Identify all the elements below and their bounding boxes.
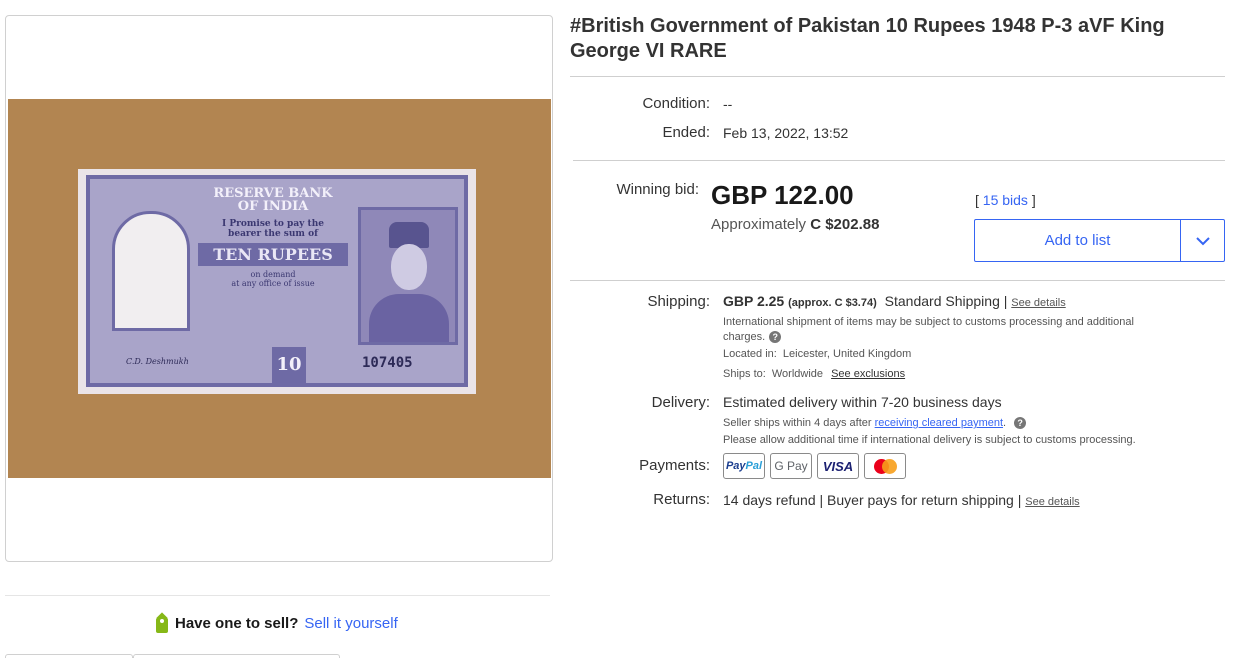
payments-label: Payments: bbox=[639, 457, 710, 474]
help-icon[interactable]: ? bbox=[1014, 417, 1027, 430]
approx-value: C $202.88 bbox=[810, 216, 880, 233]
chevron-down-icon[interactable] bbox=[1181, 220, 1224, 261]
paypal-icon: Pay Pal bbox=[723, 453, 765, 479]
shipping-method: Standard Shipping bbox=[884, 293, 1000, 309]
condition-label: Condition: bbox=[642, 95, 710, 112]
bid-count: [ 15 bids ] bbox=[975, 192, 1036, 208]
add-to-list-button[interactable]: Add to list bbox=[974, 219, 1225, 262]
price-tag-icon bbox=[155, 612, 169, 633]
approx-price: Approximately C $202.88 bbox=[711, 216, 879, 233]
winning-bid-label: Winning bid: bbox=[616, 181, 699, 198]
bids-open-bracket: [ bbox=[975, 192, 979, 208]
portrait-body bbox=[369, 294, 449, 342]
title-divider bbox=[570, 76, 1225, 77]
banknote: RESERVE BANK OF INDIA I Promise to pay t… bbox=[78, 169, 476, 394]
banknote-signature: C.D. Deshmukh bbox=[126, 357, 189, 366]
banknote-denomination: TEN RUPEES bbox=[198, 243, 348, 266]
item-title: #British Government of Pakistan 10 Rupee… bbox=[570, 15, 1165, 62]
ended-divider bbox=[573, 160, 1225, 161]
bid-divider bbox=[570, 280, 1225, 281]
paypal-part-b: Pal bbox=[745, 460, 763, 472]
delivery-note1-row: Seller ships within 4 days after receivi… bbox=[723, 417, 1027, 430]
ended-label: Ended: bbox=[662, 124, 710, 141]
shipping-see-details-link[interactable]: See details bbox=[1011, 297, 1065, 309]
banknote-portrait bbox=[358, 207, 458, 345]
ended-value: Feb 13, 2022, 13:52 bbox=[723, 125, 849, 141]
item-photo[interactable]: RESERVE BANK OF INDIA I Promise to pay t… bbox=[8, 99, 551, 478]
left-divider bbox=[5, 595, 550, 596]
banknote-promise-2: bearer the sum of bbox=[228, 229, 318, 239]
bids-close-bracket: ] bbox=[1031, 192, 1036, 208]
visa-icon: VISA bbox=[817, 453, 859, 479]
delivery-estimate: Estimated delivery within 7-20 business … bbox=[723, 394, 1002, 410]
ships-to-value: Worldwide bbox=[771, 368, 824, 380]
returns-text: 14 days refund | Buyer pays for return s… bbox=[723, 492, 1014, 508]
banknote-frame: RESERVE BANK OF INDIA I Promise to pay t… bbox=[86, 175, 468, 387]
google-pay-icon: G Pay bbox=[770, 453, 812, 479]
approx-prefix: Approximately bbox=[711, 216, 807, 233]
located-value: Leicester, United Kingdom bbox=[782, 348, 912, 360]
banknote-on-demand-1: on demand bbox=[250, 270, 296, 279]
shipping-cost: GBP 2.25 bbox=[723, 293, 785, 309]
returns-row: 14 days refund | Buyer pays for return s… bbox=[723, 492, 1080, 508]
returns-see-details-link[interactable]: See details bbox=[1025, 496, 1079, 508]
delivery-note1-suffix: . bbox=[1003, 417, 1007, 429]
returns-separator: | bbox=[1017, 492, 1022, 508]
located-in-row: Located in: Leicester, United Kingdom bbox=[723, 348, 911, 360]
delivery-note2: Please allow additional time if internat… bbox=[723, 434, 1136, 446]
delivery-label: Delivery: bbox=[651, 394, 710, 411]
ships-to-row: Ships to: Worldwide See exclusions bbox=[723, 368, 905, 380]
item-image-panel[interactable]: RESERVE BANK OF INDIA I Promise to pay t… bbox=[5, 15, 553, 562]
intl-note-line2-row: charges.? bbox=[723, 331, 782, 344]
banknote-center-text: RESERVE BANK OF INDIA I Promise to pay t… bbox=[198, 187, 348, 337]
portrait-face bbox=[391, 244, 427, 290]
paypal-part-a: Pay bbox=[725, 460, 746, 472]
intl-note-line1: International shipment of items may be s… bbox=[723, 316, 1134, 328]
banknote-ten-numeral: 10 bbox=[272, 347, 306, 383]
tab-stub-2[interactable] bbox=[133, 654, 340, 658]
tab-stub-1[interactable] bbox=[5, 654, 133, 658]
winning-bid-price: GBP 122.00 bbox=[711, 180, 854, 210]
banknote-watermark-area bbox=[112, 211, 190, 331]
bids-link[interactable]: 15 bids bbox=[983, 192, 1028, 208]
located-label: Located in: bbox=[723, 348, 777, 360]
help-icon[interactable]: ? bbox=[769, 331, 782, 344]
sell-it-yourself-link[interactable]: Sell it yourself bbox=[304, 615, 397, 632]
shipping-approx: (approx. C $3.74) bbox=[788, 297, 877, 309]
shipping-separator: | bbox=[1003, 293, 1008, 309]
shipping-summary: GBP 2.25 (approx. C $3.74) Standard Ship… bbox=[723, 293, 1066, 309]
banknote-promise-1: I Promise to pay the bbox=[222, 219, 324, 229]
shipping-label: Shipping: bbox=[647, 293, 710, 310]
returns-label: Returns: bbox=[653, 491, 710, 508]
banknote-on-demand-2: at any office of issue bbox=[231, 279, 315, 288]
receiving-cleared-payment-link[interactable]: receiving cleared payment bbox=[875, 417, 1003, 429]
intl-note-line2: charges. bbox=[723, 331, 766, 343]
banknote-bank-name-2: OF INDIA bbox=[237, 199, 309, 214]
add-to-list-label[interactable]: Add to list bbox=[975, 220, 1181, 261]
banknote-serial: 107405 bbox=[362, 355, 413, 371]
condition-value: -- bbox=[723, 96, 733, 112]
ships-to-label: Ships to: bbox=[723, 368, 766, 380]
sell-one-row: Have one to sell? Sell it yourself bbox=[155, 612, 398, 634]
payment-methods: Pay Pal G Pay VISA bbox=[723, 453, 906, 479]
sell-question: Have one to sell? bbox=[175, 614, 299, 632]
delivery-note1-prefix: Seller ships within 4 days after bbox=[723, 417, 872, 429]
see-exclusions-link[interactable]: See exclusions bbox=[831, 368, 905, 380]
mastercard-icon bbox=[864, 453, 906, 479]
